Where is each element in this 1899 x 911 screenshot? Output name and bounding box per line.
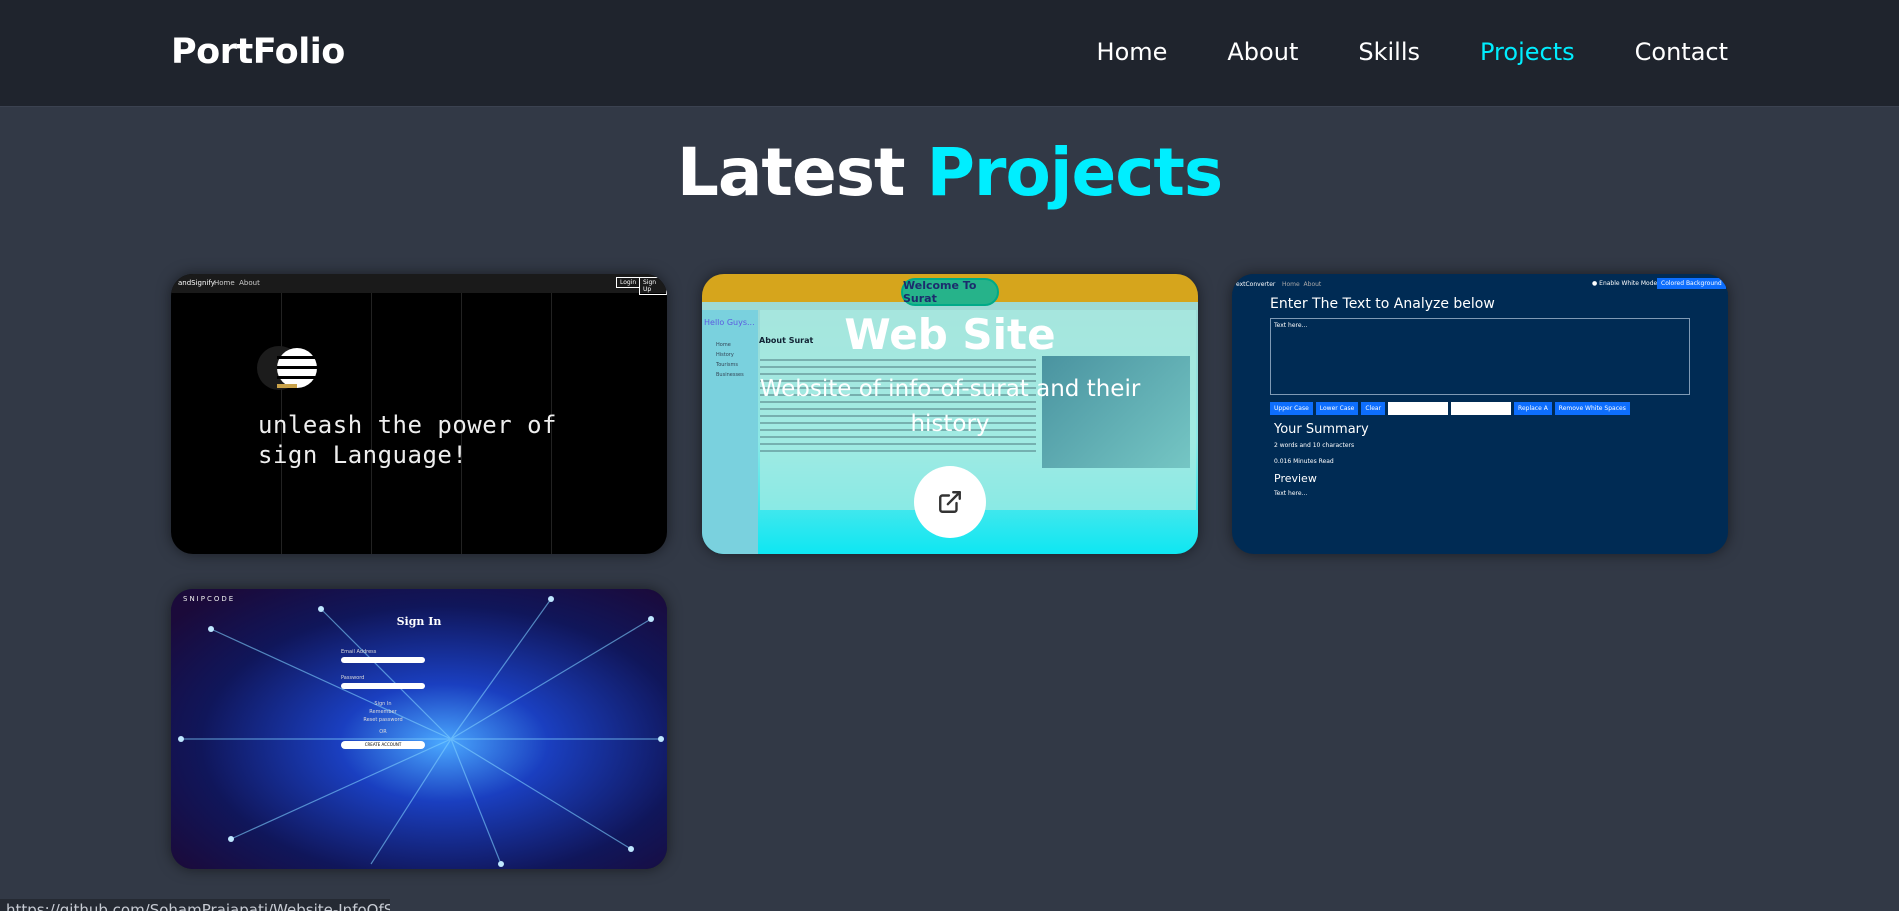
heading-accent: Projects [926,134,1224,211]
project-card-signin[interactable]: SNIPCODE Sign In Email Address Password … [171,589,667,869]
preview-minutes: 0.016 Minutes Read [1274,458,1334,465]
preview-login: Login [616,277,641,288]
nav-projects[interactable]: Projects [1480,38,1575,66]
preview-textarea: Text here... [1270,318,1690,395]
preview-tagline: unleash the power of sign Language! [258,411,557,469]
project-title: Web Site [844,310,1056,359]
nav-skills[interactable]: Skills [1358,38,1420,66]
toggle-icon: ● Enable White Mode [1592,280,1658,287]
project-card-textconverter[interactable]: extConverter Home About ● Enable White M… [1232,274,1728,554]
preview-heading: Enter The Text to Analyze below [1270,296,1495,312]
project-description: Website of info-of-surat and their histo… [759,376,1141,437]
preview-words: 2 words and 10 characters [1274,442,1355,449]
preview-text: Text here... [1274,490,1308,497]
preview-title: Sign In [396,615,442,628]
preview-signup: Sign Up [639,277,667,295]
project-card-website[interactable]: Welcome To Surat Hello Guys... Home Hist… [702,274,1198,554]
preview-buttons: Upper Case Lower Case Clear Replace A Re… [1270,402,1630,415]
preview-logo: SNIPCODE [183,595,236,603]
nav-about[interactable]: About [1227,38,1298,66]
project-card-handsignify[interactable]: andSignify Home About Login Sign Up unle… [171,274,667,554]
nav-home[interactable]: Home [1097,38,1168,66]
preview-label: Preview [1274,472,1317,485]
preview-form: Email Address Password Sign In Remember … [341,649,425,749]
preview-banner: Welcome To Surat [901,278,999,306]
heading-prefix: Latest [676,134,906,211]
section-heading: Latest Projects [0,134,1899,211]
preview-nav: Home About [214,279,260,287]
preview-navbar: extConverter Home About ● Enable White M… [1232,274,1728,293]
site-header: PortFolio Home About Skills Projects Con… [0,0,1899,107]
external-link-icon[interactable] [914,466,986,538]
preview-summary: Your Summary [1274,422,1369,437]
preview-brand: andSignify [178,279,215,287]
logo[interactable]: PortFolio [171,32,345,72]
nav-contact[interactable]: Contact [1635,38,1728,66]
preview-navbar: andSignify Home About Login Sign Up [171,274,667,295]
main-nav: Home About Skills Projects Contact [1097,38,1728,66]
moon-logo-icon [257,346,321,390]
status-url: https://github.com/SohamPrajapati/Websit… [0,899,390,911]
